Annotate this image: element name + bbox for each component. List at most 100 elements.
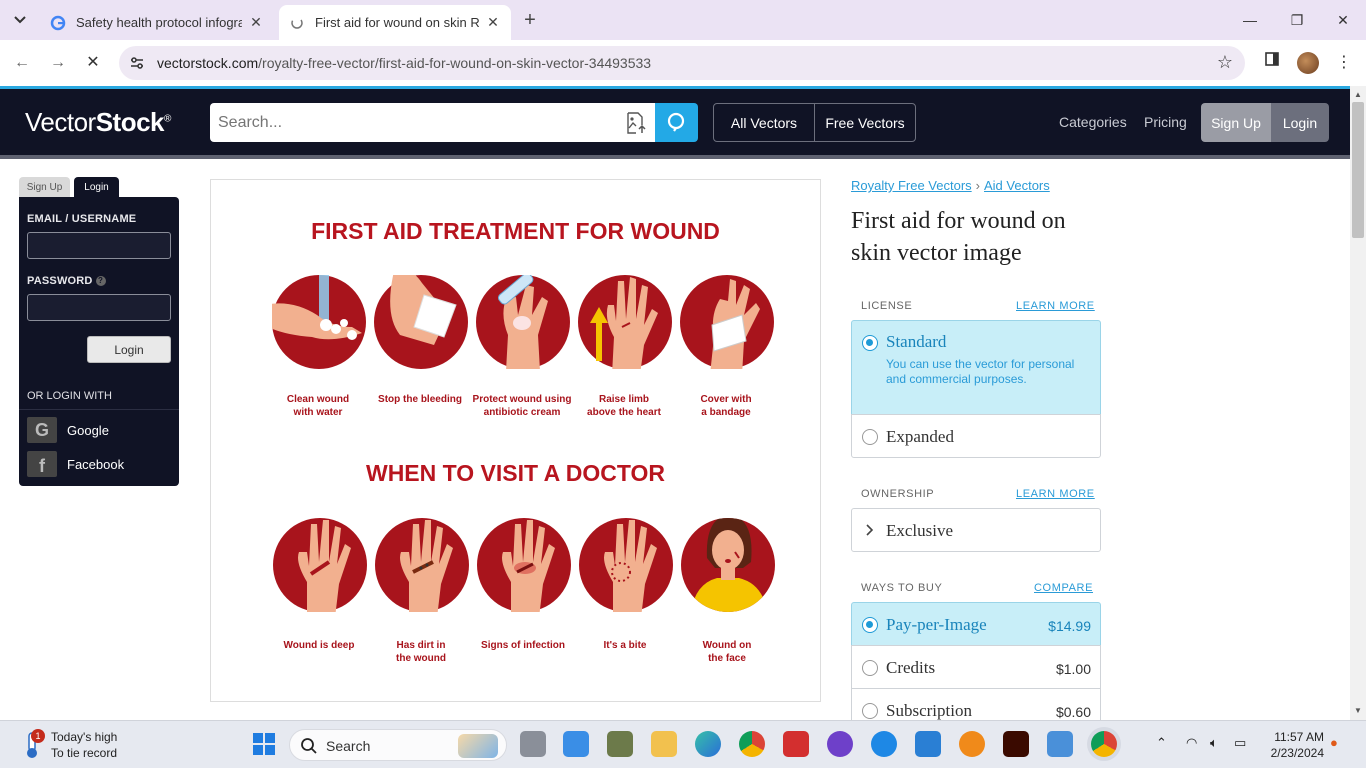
site-info-icon[interactable] [129, 55, 145, 71]
search-input[interactable] [210, 103, 600, 142]
login-panel: EMAIL / USERNAME PASSWORD? Login OR LOGI… [19, 197, 179, 486]
scroll-up-icon[interactable]: ▲ [1350, 88, 1366, 102]
expanded-radio[interactable] [862, 429, 878, 445]
breadcrumb: Royalty Free Vectors › Aid Vectors [851, 178, 1050, 193]
forward-button[interactable]: → [45, 50, 71, 76]
search-icon [301, 738, 317, 754]
subscription-radio[interactable] [862, 703, 878, 719]
chevron-right-icon [866, 524, 874, 536]
search-button[interactable] [655, 103, 698, 142]
tab-title: Safety health protocol infograp [76, 15, 242, 30]
browser-menu-icon[interactable]: ⋮ [1331, 50, 1357, 76]
scrollbar-thumb[interactable] [1352, 102, 1364, 238]
blender-icon[interactable] [959, 731, 985, 757]
exclusive-label: Exclusive [886, 521, 954, 540]
profile-avatar[interactable] [1297, 52, 1319, 74]
caption: Clean wound with water [260, 393, 376, 419]
stop-loading-button[interactable]: ✕ [80, 50, 106, 76]
caption-line: Raise limb [598, 394, 650, 405]
clock[interactable]: 11:57 AM 2/23/2024 [1262, 729, 1324, 761]
windows-icon [253, 733, 275, 755]
close-tab-icon[interactable]: ✕ [485, 14, 501, 31]
help-icon[interactable]: ? [95, 276, 106, 287]
breadcrumb-aid-vectors[interactable]: Aid Vectors [984, 178, 1050, 193]
license-standard-option[interactable]: Standard You can use the vector for pers… [851, 320, 1101, 415]
taskbar-search[interactable]: Search [289, 729, 507, 761]
logo-mark: ® [164, 113, 171, 125]
facebook-login-button[interactable]: f Facebook [27, 451, 124, 477]
caption-line: the face [708, 653, 746, 664]
infection-illustration [477, 518, 571, 618]
bandage-illustration [680, 275, 774, 375]
back-button[interactable]: ← [9, 50, 35, 76]
tab-first-aid[interactable]: First aid for wound on skin Roy ✕ [279, 5, 511, 40]
weather-widget[interactable]: 1 Today's high To tie record [20, 729, 140, 763]
all-vectors-button[interactable]: All Vectors [713, 103, 815, 142]
license-expanded-option[interactable]: Expanded [851, 414, 1101, 458]
raise-hand-illustration [578, 275, 672, 375]
app-icon[interactable] [1047, 731, 1073, 757]
wifi-icon[interactable]: ◠ [1186, 735, 1197, 751]
minimize-button[interactable]: — [1230, 8, 1270, 32]
scroll-down-icon[interactable]: ▼ [1350, 704, 1366, 718]
close-window-button[interactable]: ✕ [1323, 8, 1363, 32]
email-field[interactable] [27, 232, 171, 259]
buy-option-subscription[interactable]: Subscription $0.60 [851, 688, 1101, 720]
compare-link[interactable]: COMPARE [1034, 582, 1093, 594]
pricing-link[interactable]: Pricing [1144, 114, 1187, 130]
ownership-learn-more-link[interactable]: LEARN MORE [1016, 488, 1095, 500]
pay-per-image-radio[interactable] [862, 617, 878, 633]
illustrator-icon[interactable] [1003, 731, 1029, 757]
bookmark-star-icon[interactable]: ☆ [1217, 52, 1233, 73]
page-scrollbar[interactable]: ▲ ▼ [1350, 86, 1366, 720]
password-field[interactable] [27, 294, 171, 321]
restore-button[interactable]: ❐ [1277, 8, 1317, 32]
volume-icon[interactable]: 🔈︎ [1210, 735, 1218, 751]
exclusive-option[interactable]: Exclusive [851, 508, 1101, 552]
standard-radio[interactable] [862, 335, 878, 351]
caption: Has dirt in the wound [363, 639, 479, 665]
buy-option-credits[interactable]: Credits $1.00 [851, 645, 1101, 689]
start-button[interactable] [251, 731, 277, 757]
ownership-label: OWNERSHIP [861, 488, 935, 500]
tray-overflow-icon[interactable]: ⌃ [1156, 735, 1167, 751]
vectorstock-logo[interactable]: VectorStock® [25, 107, 171, 138]
task-view-icon[interactable] [520, 731, 546, 757]
tab-signup[interactable]: Sign Up [19, 177, 70, 197]
app-icon[interactable] [607, 731, 633, 757]
buy-option-pay-per-image[interactable]: Pay-per-Image $14.99 [851, 602, 1101, 646]
store-icon[interactable] [563, 731, 589, 757]
chrome-icon[interactable] [739, 731, 765, 757]
credits-radio[interactable] [862, 660, 878, 676]
edge-icon[interactable] [695, 731, 721, 757]
chrome-active-icon[interactable] [1091, 731, 1117, 757]
image-search-icon[interactable] [624, 111, 648, 135]
new-tab-button[interactable]: + [518, 8, 542, 32]
infographic-title-2: WHEN TO VISIT A DOCTOR [365, 460, 665, 486]
tab-title: First aid for wound on skin Roy [315, 15, 479, 30]
tab-search-button[interactable] [6, 8, 34, 32]
github-icon[interactable] [827, 731, 853, 757]
chevron-down-icon [14, 16, 26, 24]
app-icon[interactable] [871, 731, 897, 757]
google-login-button[interactable]: G Google [27, 417, 109, 443]
divider [19, 409, 179, 410]
address-bar[interactable]: vectorstock.com/royalty-free-vector/firs… [119, 46, 1245, 80]
preview-image[interactable]: FIRST AID TREATMENT FOR WOUND Clean woun… [210, 179, 821, 702]
battery-icon[interactable]: ▭ [1234, 735, 1246, 751]
license-learn-more-link[interactable]: LEARN MORE [1016, 300, 1095, 312]
free-vectors-button[interactable]: Free Vectors [814, 103, 916, 142]
categories-link[interactable]: Categories [1059, 114, 1127, 130]
login-submit-button[interactable]: Login [87, 336, 171, 363]
side-panel-button[interactable] [1259, 50, 1285, 76]
file-explorer-icon[interactable] [651, 731, 677, 757]
vscode-icon[interactable] [915, 731, 941, 757]
mendeley-icon[interactable] [783, 731, 809, 757]
notification-bell-icon[interactable]: ● [1330, 735, 1338, 750]
breadcrumb-royalty-free[interactable]: Royalty Free Vectors [851, 178, 972, 193]
close-tab-icon[interactable]: ✕ [248, 14, 264, 31]
tab-safety-infographic[interactable]: Safety health protocol infograp ✕ [40, 5, 274, 40]
tab-login[interactable]: Login [74, 177, 119, 197]
header-login-button[interactable]: Login [1271, 103, 1329, 142]
header-signup-button[interactable]: Sign Up [1201, 103, 1271, 142]
